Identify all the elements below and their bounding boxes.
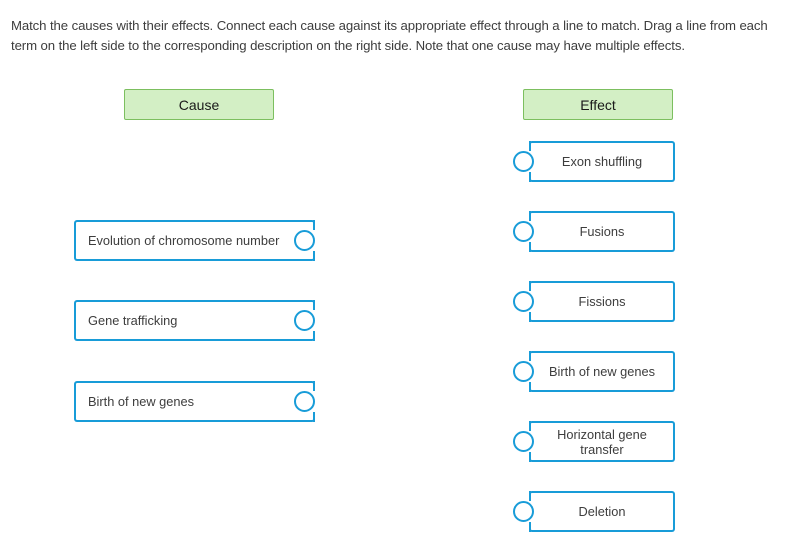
effect-item-4[interactable]: Birth of new genes: [513, 351, 675, 392]
cause-item-2-label: Gene trafficking: [88, 313, 178, 328]
effect-item-2[interactable]: Fusions: [513, 211, 675, 252]
effect-item-5-card[interactable]: Horizontal gene transfer: [529, 421, 675, 462]
cause-item-2-connector-knob-icon[interactable]: [294, 310, 315, 331]
cause-item-2[interactable]: Gene trafficking: [74, 300, 315, 341]
cause-item-1[interactable]: Evolution of chromosome number: [74, 220, 315, 261]
effect-item-1[interactable]: Exon shuffling: [513, 141, 675, 182]
effect-item-6-label: Deletion: [578, 504, 626, 519]
cause-column-header: Cause: [124, 89, 274, 120]
effect-item-2-label: Fusions: [579, 224, 625, 239]
effect-item-3[interactable]: Fissions: [513, 281, 675, 322]
cause-item-1-connector-knob-icon[interactable]: [294, 230, 315, 251]
effect-item-1-card[interactable]: Exon shuffling: [529, 141, 675, 182]
effect-item-4-connector-knob-icon[interactable]: [513, 361, 534, 382]
effect-item-3-label: Fissions: [578, 294, 626, 309]
effect-item-2-connector-knob-icon[interactable]: [513, 221, 534, 242]
cause-item-3-connector-knob-icon[interactable]: [294, 391, 315, 412]
effect-item-5-connector-knob-icon[interactable]: [513, 431, 534, 452]
cause-item-3-card[interactable]: Birth of new genes: [74, 381, 315, 422]
effect-item-4-label: Birth of new genes: [549, 364, 655, 379]
cause-item-2-card[interactable]: Gene trafficking: [74, 300, 315, 341]
effect-item-3-card[interactable]: Fissions: [529, 281, 675, 322]
effect-item-1-label: Exon shuffling: [561, 154, 643, 169]
cause-item-3[interactable]: Birth of new genes: [74, 381, 315, 422]
effect-item-1-connector-knob-icon[interactable]: [513, 151, 534, 172]
effect-item-6[interactable]: Deletion: [513, 491, 675, 532]
effect-item-3-connector-knob-icon[interactable]: [513, 291, 534, 312]
cause-item-1-card[interactable]: Evolution of chromosome number: [74, 220, 315, 261]
matching-board: Cause Evolution of chromosome number Gen…: [0, 0, 803, 550]
effect-column-header: Effect: [523, 89, 673, 120]
effect-item-6-connector-knob-icon[interactable]: [513, 501, 534, 522]
cause-item-1-label: Evolution of chromosome number: [88, 233, 280, 248]
effect-item-2-card[interactable]: Fusions: [529, 211, 675, 252]
effect-item-4-card[interactable]: Birth of new genes: [529, 351, 675, 392]
effect-item-5-label: Horizontal gene transfer: [557, 426, 647, 457]
cause-item-3-label: Birth of new genes: [88, 394, 194, 409]
effect-item-5[interactable]: Horizontal gene transfer: [513, 421, 675, 462]
effect-item-6-card[interactable]: Deletion: [529, 491, 675, 532]
